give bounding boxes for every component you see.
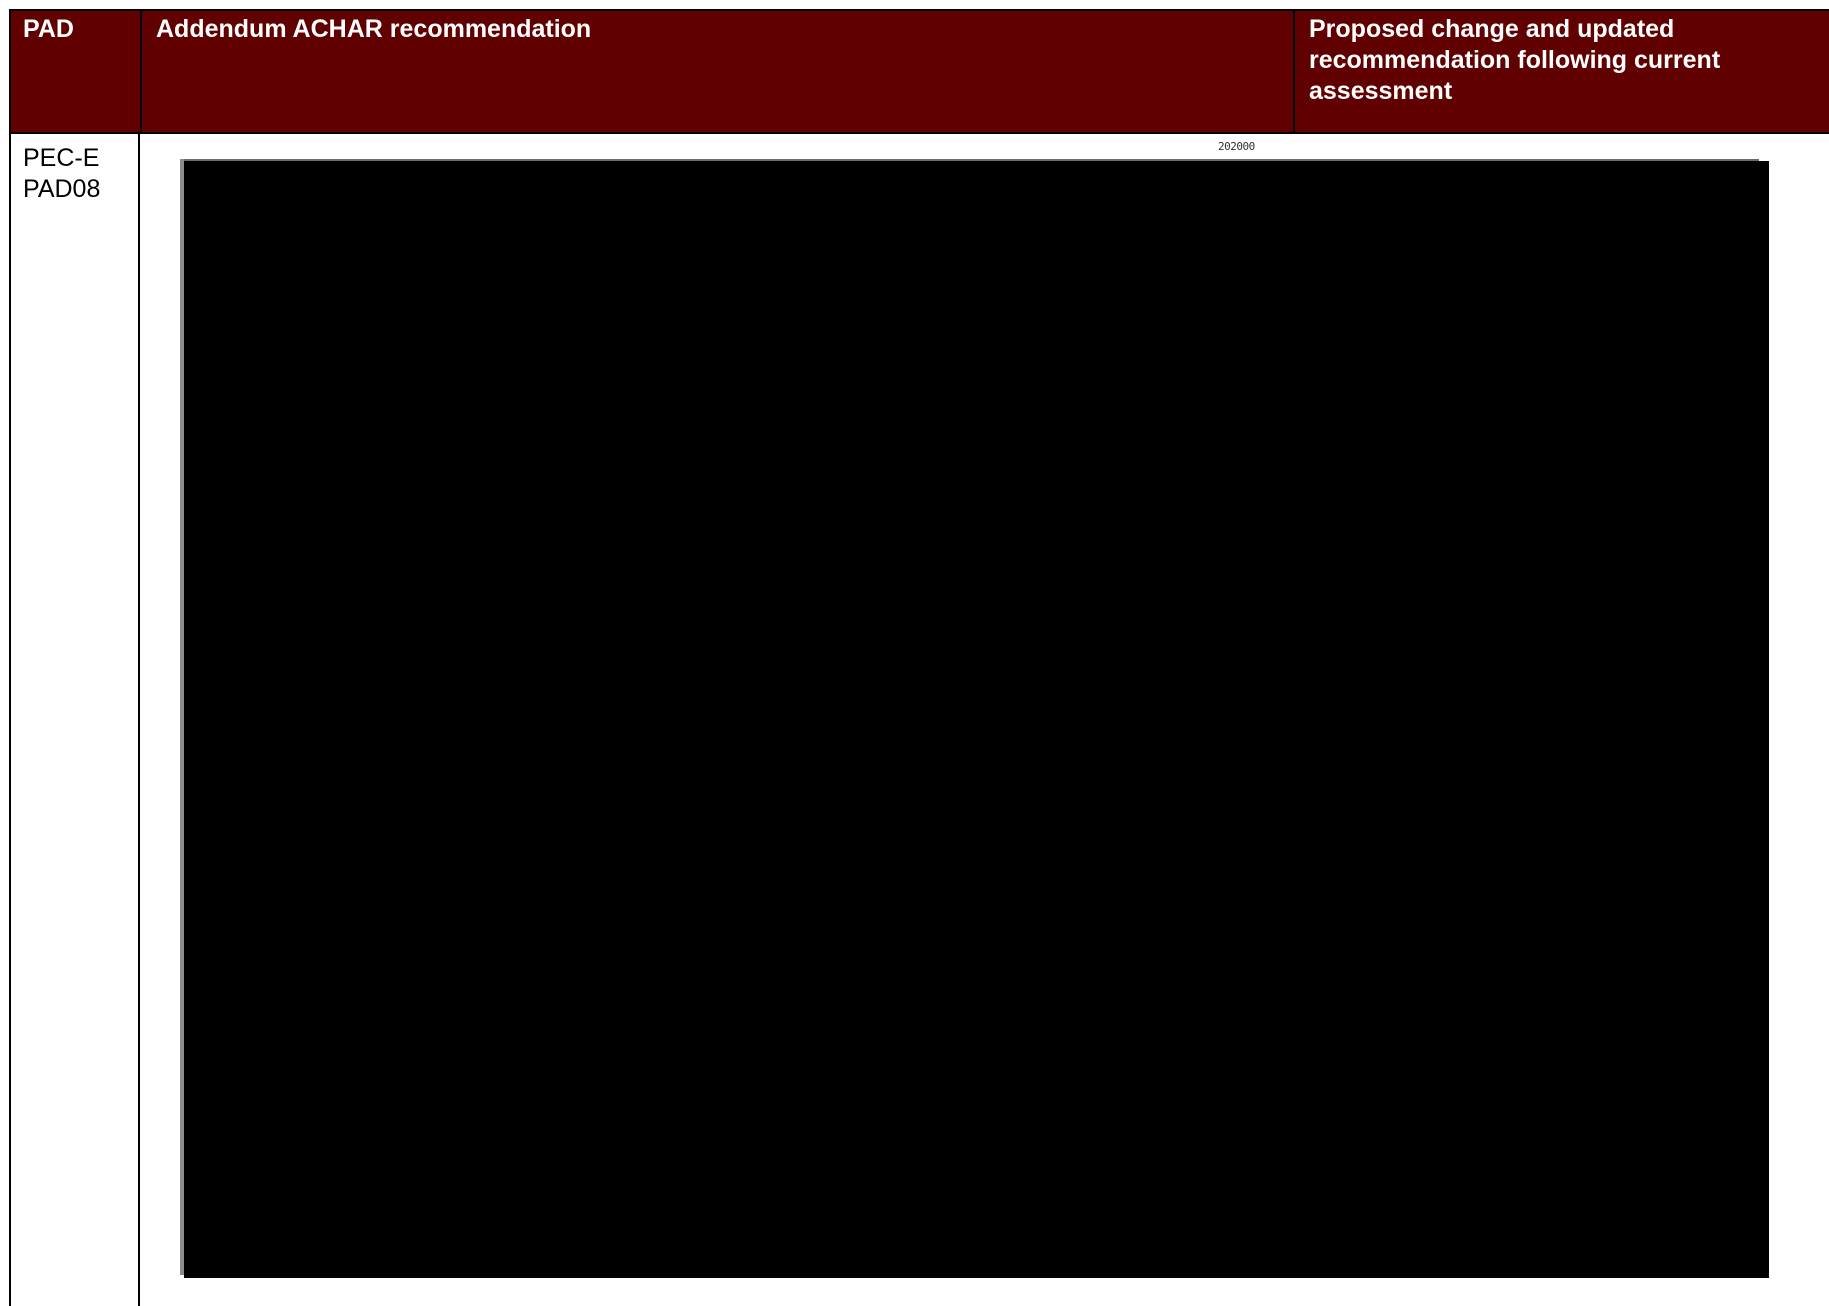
- header-addendum-recommendation: Addendum ACHAR recommendation: [142, 11, 1295, 134]
- map-coordinate-label: 202000: [1218, 140, 1255, 153]
- table-header-row: PAD Addendum ACHAR recommendation Propos…: [9, 9, 1829, 134]
- redacted-map-image: [184, 161, 1769, 1278]
- pad-id-line2: PAD08: [23, 175, 101, 203]
- pad-id-line1: PEC-E: [23, 144, 100, 172]
- header-proposed-change: Proposed change and updated recommendati…: [1309, 15, 1721, 105]
- table-row: PEC-E PAD08 202000: [9, 134, 1829, 1306]
- addendum-cell: 202000: [140, 134, 1829, 1306]
- recommendation-table: PAD Addendum ACHAR recommendation Propos…: [9, 9, 1829, 1306]
- header-pad: PAD: [11, 11, 142, 134]
- pad-cell: PEC-E PAD08: [9, 134, 140, 1306]
